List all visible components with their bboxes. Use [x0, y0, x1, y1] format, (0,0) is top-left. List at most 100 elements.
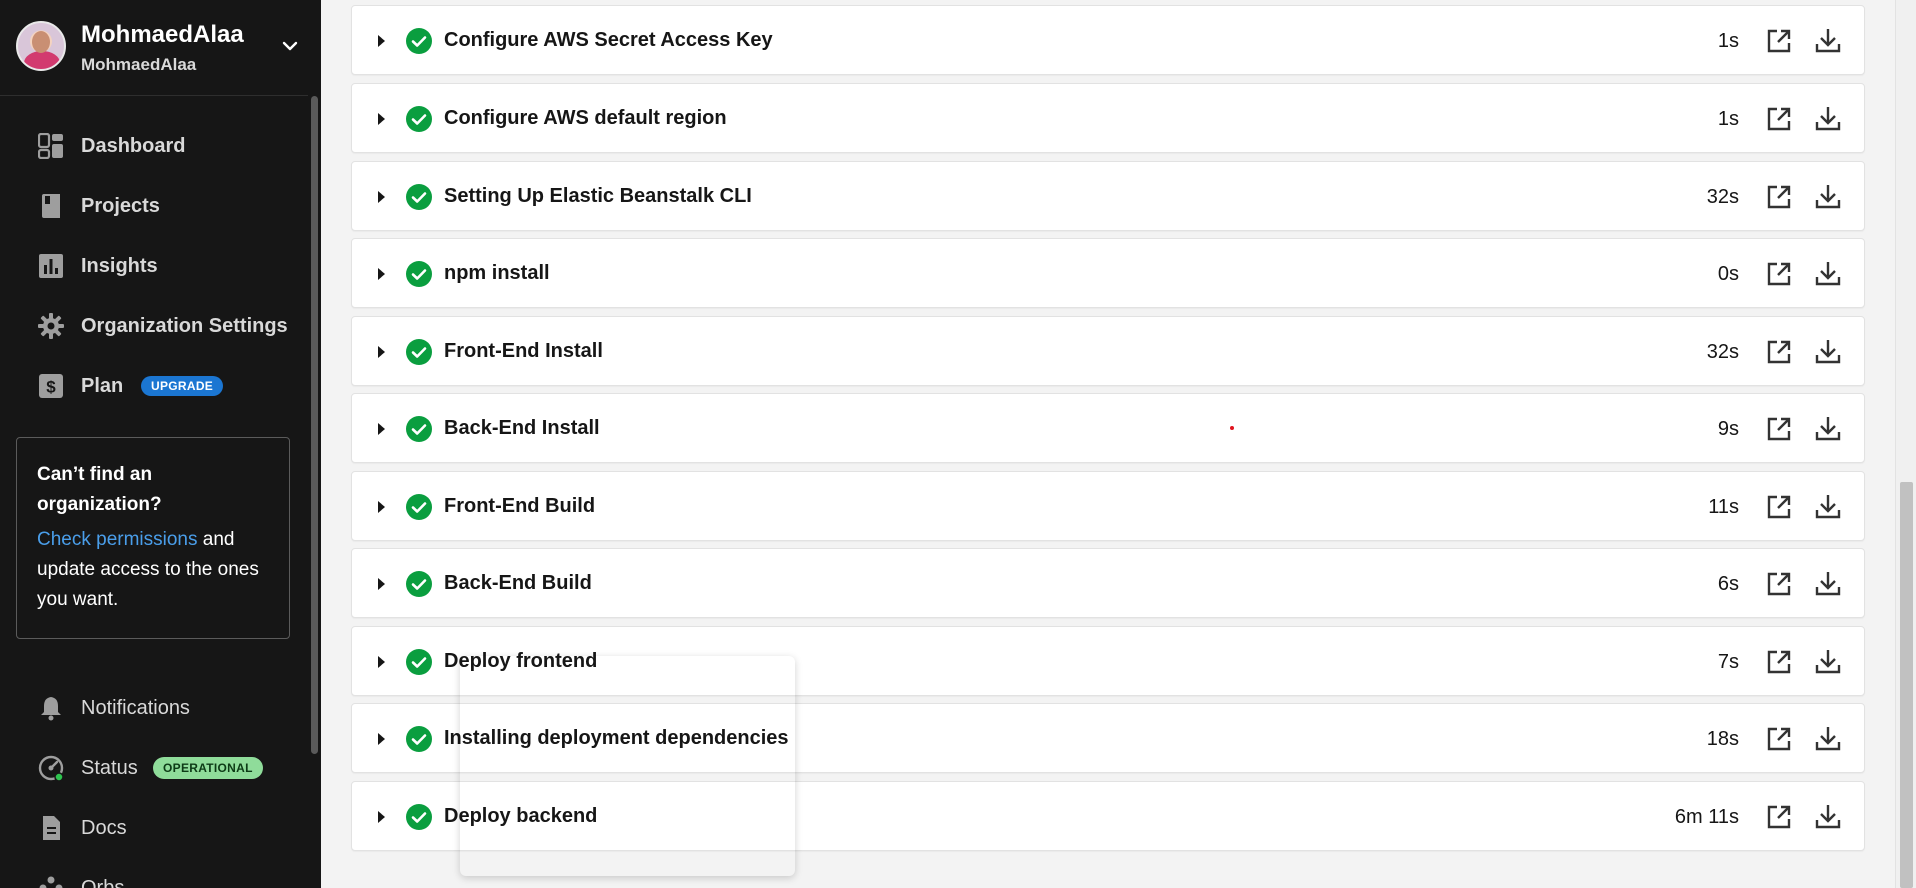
step-duration: 11s	[1708, 496, 1739, 518]
org-notice-title: Can’t find an organization?	[37, 464, 162, 515]
upgrade-badge[interactable]: UPGRADE	[141, 376, 224, 396]
step-name: Back-End Install	[444, 417, 600, 439]
book-icon	[42, 194, 60, 218]
expand-caret-icon[interactable]	[378, 733, 385, 745]
sidebar-item-dashboard[interactable]: Dashboard	[0, 123, 308, 169]
sidebar: MohmaedAlaa MohmaedAlaa Dashboard Projec…	[0, 0, 321, 888]
page-scrollbar[interactable]	[1895, 0, 1916, 888]
dashboard-icon	[38, 133, 63, 159]
step-duration: 1s	[1717, 108, 1739, 130]
org-name: MohmaedAlaa	[81, 21, 244, 48]
open-external-icon[interactable]	[1766, 494, 1792, 520]
step-name: Configure AWS Secret Access Key	[444, 29, 773, 51]
step-duration: 1s	[1717, 30, 1739, 52]
step-row[interactable]: Back-End Install 9s	[351, 393, 1865, 463]
document-icon	[43, 816, 60, 840]
download-icon[interactable]	[1814, 647, 1842, 675]
download-icon[interactable]	[1814, 182, 1842, 210]
step-row[interactable]: npm install 0s	[351, 238, 1865, 308]
svg-text:$: $	[46, 378, 56, 397]
sidebar-item-insights[interactable]: Insights	[0, 243, 308, 289]
open-external-icon[interactable]	[1766, 571, 1792, 597]
success-check-icon	[406, 184, 432, 210]
expand-caret-icon[interactable]	[378, 113, 385, 125]
gauge-icon	[38, 755, 64, 781]
step-row[interactable]: Back-End Build 6s	[351, 548, 1865, 618]
open-external-icon[interactable]	[1766, 416, 1792, 442]
expand-caret-icon[interactable]	[378, 191, 385, 203]
step-row[interactable]: Configure AWS default region 1s	[351, 83, 1865, 153]
open-external-icon[interactable]	[1766, 339, 1792, 365]
step-duration: 7s	[1717, 651, 1739, 673]
download-icon[interactable]	[1814, 414, 1842, 442]
gear-icon	[38, 313, 64, 339]
open-external-icon[interactable]	[1766, 184, 1792, 210]
page-scrollbar-thumb[interactable]	[1900, 482, 1913, 888]
sidebar-item-orbs[interactable]: Orbs	[0, 865, 308, 888]
step-duration: 32s	[1706, 341, 1739, 363]
sidebar-item-label: Orbs	[81, 876, 125, 888]
check-permissions-link[interactable]: Check permissions	[37, 529, 198, 550]
sidebar-item-label: Plan	[81, 374, 124, 397]
download-icon[interactable]	[1814, 802, 1842, 830]
step-row[interactable]: Front-End Install 32s	[351, 316, 1865, 386]
step-row[interactable]: Front-End Build 11s	[351, 471, 1865, 541]
download-icon[interactable]	[1814, 724, 1842, 752]
step-name: Back-End Build	[444, 572, 592, 594]
download-icon[interactable]	[1814, 259, 1842, 287]
download-icon[interactable]	[1814, 104, 1842, 132]
expand-caret-icon[interactable]	[378, 268, 385, 280]
avatar	[16, 21, 66, 71]
download-icon[interactable]	[1814, 492, 1842, 520]
org-switcher[interactable]: MohmaedAlaa MohmaedAlaa	[0, 0, 308, 96]
step-duration: 18s	[1706, 728, 1739, 750]
open-external-icon[interactable]	[1766, 28, 1792, 54]
open-external-icon[interactable]	[1766, 804, 1792, 830]
expand-caret-icon[interactable]	[378, 578, 385, 590]
download-icon[interactable]	[1814, 569, 1842, 597]
success-check-icon	[406, 416, 432, 442]
sidebar-scrollbar-thumb[interactable]	[311, 96, 318, 754]
success-check-icon	[406, 571, 432, 597]
sidebar-item-status[interactable]: Status OPERATIONAL	[0, 745, 308, 791]
step-name: Front-End Build	[444, 495, 596, 517]
step-row[interactable]: Setting Up Elastic Beanstalk CLI 32s	[351, 161, 1865, 231]
success-check-icon	[406, 494, 432, 520]
open-external-icon[interactable]	[1766, 106, 1792, 132]
org-notice-text: Check permissions and update access to t…	[37, 525, 269, 615]
success-check-icon	[406, 726, 432, 752]
cursor-dot	[1230, 426, 1234, 430]
sidebar-item-plan[interactable]: $ Plan UPGRADE	[0, 363, 308, 409]
sidebar-item-label: Organization Settings	[81, 314, 288, 337]
sidebar-item-label: Projects	[81, 194, 160, 217]
success-check-icon	[406, 649, 432, 675]
expand-caret-icon[interactable]	[378, 811, 385, 823]
bell-icon	[41, 697, 61, 721]
sidebar-item-notifications[interactable]: Notifications	[0, 685, 308, 731]
step-duration: 0s	[1717, 263, 1739, 285]
expand-caret-icon[interactable]	[378, 346, 385, 358]
success-check-icon	[406, 339, 432, 365]
success-check-icon	[406, 28, 432, 54]
sidebar-item-docs[interactable]: Docs	[0, 805, 308, 851]
step-row[interactable]: Configure AWS Secret Access Key 1s	[351, 5, 1865, 75]
step-duration: 32s	[1706, 186, 1739, 208]
download-icon[interactable]	[1814, 26, 1842, 54]
sidebar-item-label: Dashboard	[81, 134, 186, 157]
sidebar-scrollbar[interactable]	[308, 0, 321, 888]
step-name: Setting Up Elastic Beanstalk CLI	[444, 185, 752, 207]
expand-caret-icon[interactable]	[378, 656, 385, 668]
chevron-down-icon[interactable]	[280, 36, 300, 56]
open-external-icon[interactable]	[1766, 726, 1792, 752]
open-external-icon[interactable]	[1766, 649, 1792, 675]
expand-caret-icon[interactable]	[378, 35, 385, 47]
step-duration: 9s	[1717, 418, 1739, 440]
download-icon[interactable]	[1814, 337, 1842, 365]
sidebar-item-organization-settings[interactable]: Organization Settings	[0, 303, 308, 349]
sidebar-item-projects[interactable]: Projects	[0, 183, 308, 229]
expand-caret-icon[interactable]	[378, 423, 385, 435]
open-external-icon[interactable]	[1766, 261, 1792, 287]
dollar-icon: $	[39, 374, 63, 398]
step-duration: 6s	[1717, 573, 1739, 595]
expand-caret-icon[interactable]	[378, 501, 385, 513]
